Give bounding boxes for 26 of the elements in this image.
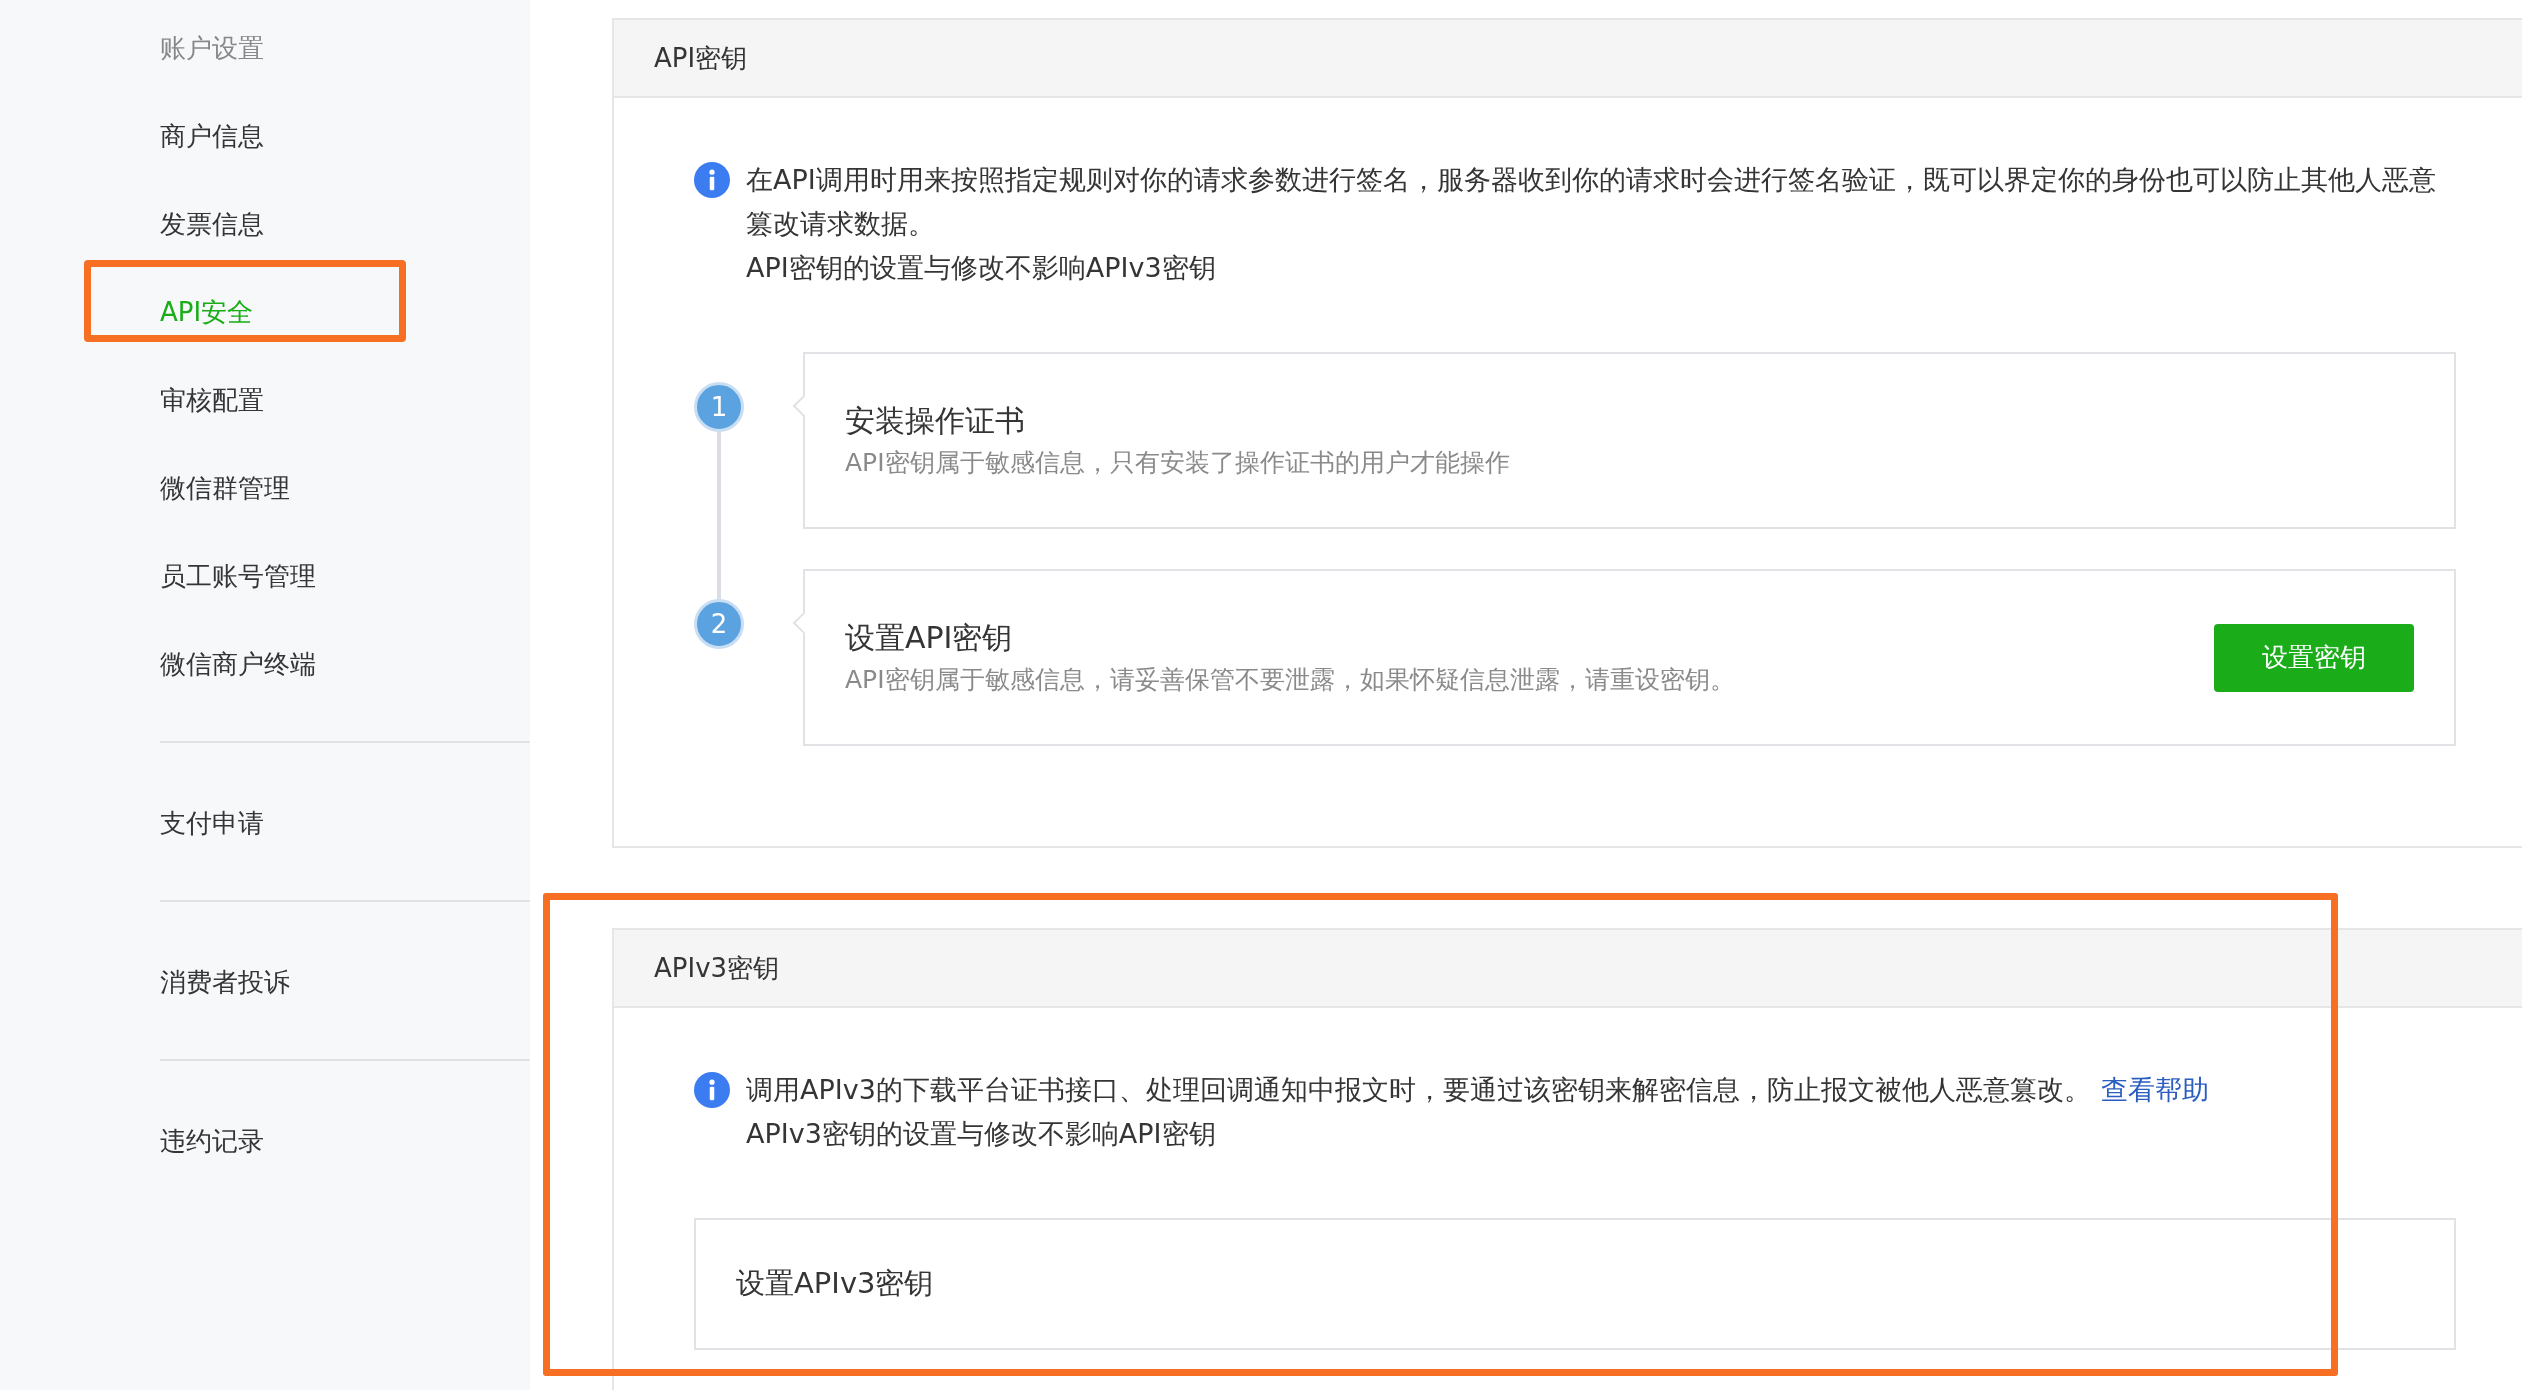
sidebar-item[interactable]: 微信商户终端 [160, 644, 316, 684]
notice-text: 在API调用时用来按照指定规则对你的请求参数进行签名，服务器收到你的请求时会进行签名验证，既可以界定你的身份也可以防止其他人恶意篡改请求数据。 [746, 163, 2437, 241]
card-title: APIv3密钥 [654, 951, 780, 985]
sidebar-item[interactable]: 消费者投诉 [160, 962, 290, 1002]
sidebar-item[interactable]: 违约记录 [160, 1121, 264, 1161]
step-description: API密钥属于敏感信息，只有安装了操作证书的用户才能操作 [845, 446, 1511, 479]
notice-text: 调用APIv3的下载平台证书接口、处理回调通知中报文时，要通过该密钥来解密信息，防止报文被他人恶意篡改。 [746, 1074, 2091, 1105]
sidebar-item[interactable]: 员工账号管理 [160, 556, 316, 596]
notice-text: API密钥的设置与修改不影响APIv3密钥 [746, 251, 1217, 285]
sidebar-item[interactable]: 发票信息 [160, 204, 264, 244]
setting-title: 设置APIv3密钥 [736, 1265, 934, 1302]
sidebar-item[interactable]: 商户信息 [160, 116, 264, 156]
sidebar-item[interactable]: 审核配置 [160, 380, 264, 420]
sidebar-item[interactable]: 支付申请 [160, 803, 264, 843]
step-title: 安装操作证书 [845, 401, 1026, 440]
help-link[interactable]: 查看帮助 [2100, 1074, 2209, 1105]
info-icon [694, 1072, 730, 1108]
card-title: API密钥 [654, 41, 748, 75]
step-number: 2 [694, 599, 744, 649]
sidebar-item[interactable]: 微信群管理 [160, 468, 290, 508]
step-number: 1 [694, 382, 744, 432]
info-icon [694, 162, 730, 198]
notice-text: APIv3密钥的设置与修改不影响API密钥 [746, 1118, 1216, 1149]
step-description: API密钥属于敏感信息，请妥善保管不要泄露，如果怀疑信息泄露，请重设密钥。 [845, 663, 1736, 696]
sidebar-heading: 账户设置 [160, 32, 265, 65]
step-title: 设置API密钥 [845, 618, 1014, 657]
